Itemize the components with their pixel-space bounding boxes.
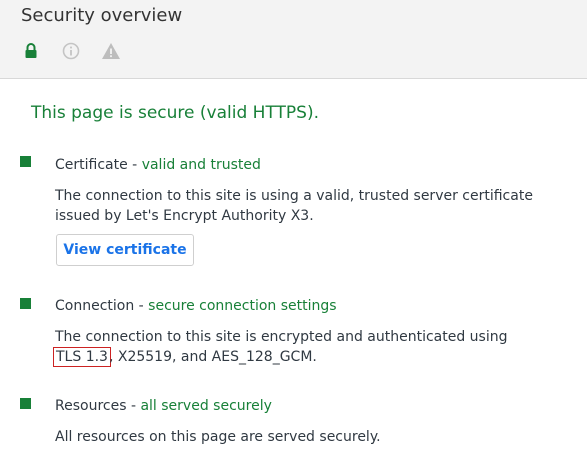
certificate-status: valid and trusted <box>141 157 261 173</box>
connection-description-rest: , X25519, and AES_128_GCM. <box>108 349 317 365</box>
info-icon[interactable] <box>60 40 82 62</box>
connection-separator: - <box>134 298 149 314</box>
connection-status: secure connection settings <box>148 298 337 314</box>
resources-heading: Resources - all served securely <box>55 398 272 414</box>
warning-icon[interactable] <box>100 40 122 62</box>
connection-status-indicator <box>20 298 31 309</box>
security-panel-header: Security overview <box>0 0 587 79</box>
resources-status-indicator <box>20 398 31 409</box>
certificate-heading: Certificate - valid and trusted <box>55 157 261 173</box>
lock-icon[interactable] <box>20 40 42 62</box>
certificate-status-indicator <box>20 156 31 167</box>
certificate-separator: - <box>127 157 142 173</box>
connection-description-text: The connection to this site is encrypted… <box>55 329 508 345</box>
resources-description: All resources on this page are served se… <box>55 429 381 445</box>
tls-version-highlight: TLS 1.3 <box>53 347 111 367</box>
security-summary: This page is secure (valid HTTPS). <box>31 103 319 123</box>
panel-title: Security overview <box>21 5 183 26</box>
resources-status: all served securely <box>140 398 272 414</box>
certificate-label: Certificate <box>55 157 128 173</box>
resources-label: Resources <box>55 398 127 414</box>
connection-label: Connection <box>55 298 135 314</box>
certificate-description: The connection to this site is using a v… <box>55 188 533 224</box>
connection-heading: Connection - secure connection settings <box>55 298 337 314</box>
connection-description: The connection to this site is encrypted… <box>53 327 555 367</box>
view-certificate-button[interactable]: View certificate <box>56 234 194 266</box>
resources-separator: - <box>126 398 141 414</box>
